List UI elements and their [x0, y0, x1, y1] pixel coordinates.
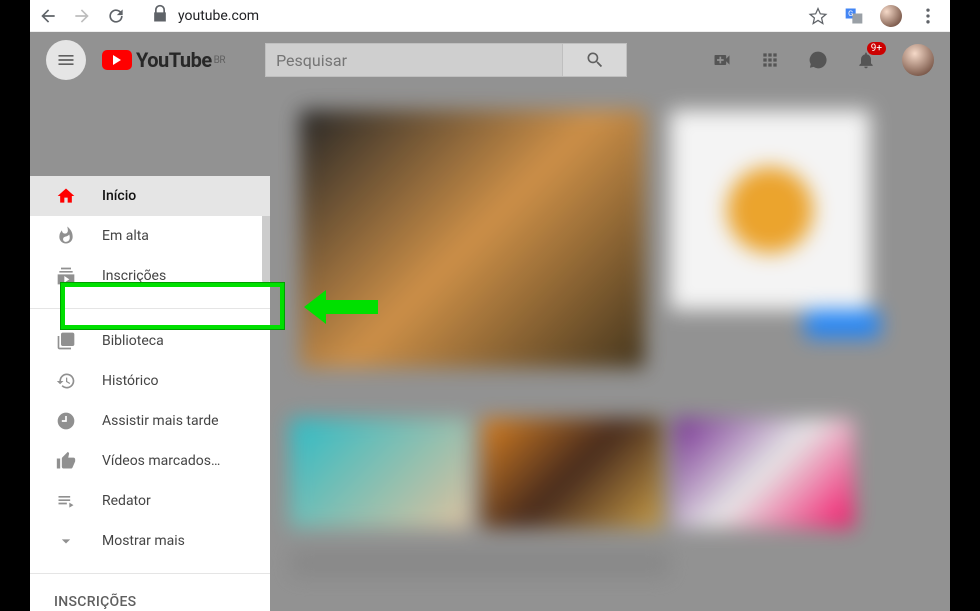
sidebar-item-label: Vídeos marcados…: [102, 453, 246, 469]
notifications-button[interactable]: 9+: [854, 48, 878, 72]
sidebar-item-trending[interactable]: Em alta: [30, 216, 270, 256]
browser-menu-icon[interactable]: [918, 6, 938, 26]
sidebar: Início Em alta Inscrições Biblioteca His…: [30, 176, 270, 611]
youtube-play-icon: [102, 50, 132, 70]
chat-icon: [808, 50, 828, 70]
home-icon: [54, 184, 78, 208]
sidebar-item-label: Mostrar mais: [102, 533, 246, 549]
sidebar-section-title: INSCRIÇÕES: [30, 586, 270, 611]
search-input[interactable]: [265, 43, 563, 77]
youtube-logo-text: YouTube: [136, 48, 212, 72]
browser-toolbar: youtube.com G: [30, 0, 950, 32]
video-plus-icon: [712, 50, 732, 70]
sidebar-item-library[interactable]: Biblioteca: [30, 321, 270, 361]
sidebar-item-subscriptions[interactable]: Inscrições: [30, 256, 270, 296]
clock-icon: [54, 409, 78, 433]
library-icon: [54, 329, 78, 353]
sidebar-item-label: Histórico: [102, 373, 246, 389]
url-text: youtube.com: [178, 8, 259, 24]
sidebar-item-liked[interactable]: Vídeos marcados…: [30, 441, 270, 481]
reload-button[interactable]: [106, 6, 126, 26]
sidebar-item-label: Redator: [102, 493, 246, 509]
sidebar-item-watch-later[interactable]: Assistir mais tarde: [30, 401, 270, 441]
divider: [30, 573, 270, 574]
sidebar-item-label: Biblioteca: [102, 333, 246, 349]
sidebar-item-label: Início: [102, 188, 246, 204]
apps-button[interactable]: [758, 48, 782, 72]
lock-icon: [150, 4, 170, 28]
youtube-logo[interactable]: YouTubeBR: [102, 48, 225, 72]
back-button[interactable]: [38, 6, 58, 26]
sidebar-item-playlist[interactable]: Redator: [30, 481, 270, 521]
translate-extension-icon[interactable]: G: [844, 6, 864, 26]
trending-icon: [54, 224, 78, 248]
sidebar-item-label: Inscrições: [102, 268, 246, 284]
forward-button[interactable]: [72, 6, 92, 26]
messages-button[interactable]: [806, 48, 830, 72]
divider: [30, 308, 270, 309]
sidebar-item-label: Assistir mais tarde: [102, 413, 246, 429]
create-video-button[interactable]: [710, 48, 734, 72]
svg-text:G: G: [848, 9, 853, 18]
thumbs-up-icon: [54, 449, 78, 473]
sidebar-item-home[interactable]: Início: [30, 176, 270, 216]
search-button[interactable]: [563, 43, 627, 77]
main-content-blurred: [270, 88, 950, 611]
browser-profile-avatar[interactable]: [880, 5, 902, 27]
youtube-header: YouTubeBR 9+: [30, 32, 950, 88]
sidebar-item-label: Em alta: [102, 228, 246, 244]
address-bar[interactable]: youtube.com: [140, 4, 794, 28]
chevron-down-icon: [54, 529, 78, 553]
apps-grid-icon: [760, 50, 780, 70]
notification-badge: 9+: [867, 42, 886, 55]
account-avatar[interactable]: [902, 44, 934, 76]
sidebar-item-show-more[interactable]: Mostrar mais: [30, 521, 270, 561]
bookmark-star-icon[interactable]: [808, 6, 828, 26]
subscriptions-icon: [54, 264, 78, 288]
playlist-icon: [54, 489, 78, 513]
hamburger-menu-button[interactable]: [46, 40, 86, 80]
sidebar-item-history[interactable]: Histórico: [30, 361, 270, 401]
hamburger-icon: [56, 50, 76, 70]
history-icon: [54, 369, 78, 393]
youtube-logo-region: BR: [214, 55, 225, 66]
search-icon: [585, 50, 605, 70]
